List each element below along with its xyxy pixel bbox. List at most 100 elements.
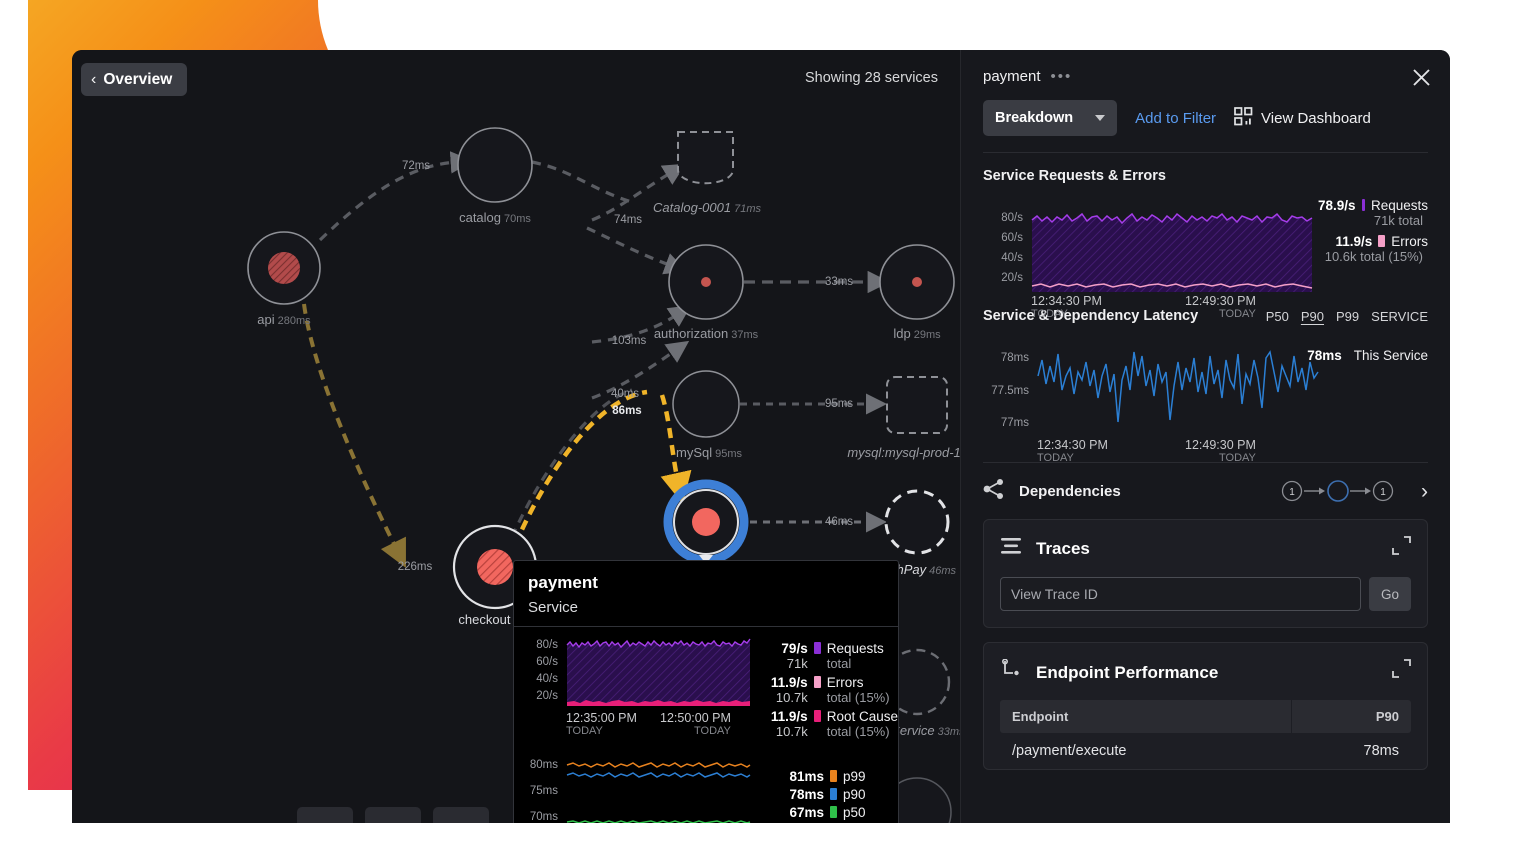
map-toolbar-button[interactable] — [433, 807, 489, 823]
trace-search-row: Go — [984, 561, 1427, 627]
map-node-mysql-prod-1 — [886, 376, 948, 434]
legend-swatch — [830, 806, 837, 818]
service-map-pane[interactable]: ‹ Overview Showing 28 services api 280ms… — [72, 50, 960, 823]
column-header-p90[interactable]: P90 — [1291, 700, 1411, 733]
edge-label: 86ms — [612, 405, 642, 417]
legend-swatch — [813, 642, 821, 654]
node-label-catalog-0001: Catalog-0001 71ms — [653, 200, 761, 215]
service-details-panel: payment ••• Breakdown Add to Filter View… — [960, 50, 1450, 823]
map-node-authorization — [668, 244, 744, 320]
share-nodes-icon — [983, 478, 1005, 505]
chevron-left-icon: ‹ — [91, 70, 97, 88]
tooltip-time-end: 12:50:00 PM TODAY — [660, 711, 731, 737]
table-row[interactable]: /payment/execute 78ms — [1000, 733, 1411, 769]
latency-section: Service & Dependency Latency P50 P90 P99… — [961, 308, 1450, 464]
latency-plot — [1037, 350, 1319, 423]
more-options-icon[interactable]: ••• — [1051, 69, 1073, 84]
add-to-filter-link[interactable]: Add to Filter — [1135, 110, 1216, 127]
legend-item: 11.9/s Root Cause — [770, 709, 898, 724]
percentile-p50[interactable]: P50 — [1266, 309, 1289, 324]
y-tick: 75ms — [529, 785, 558, 797]
percentile-toggle[interactable]: P50 P90 P99 SERVICE — [1266, 309, 1428, 324]
traces-lines-icon — [1000, 536, 1022, 561]
endpoint-table-header: Endpoint P90 — [1000, 700, 1411, 733]
trace-go-button[interactable]: Go — [1369, 577, 1411, 611]
y-tick: 77.5ms — [991, 385, 1029, 397]
dependencies-label: Dependencies — [1019, 482, 1121, 500]
chevron-down-icon — [1095, 115, 1106, 121]
y-tick: 78ms — [1000, 352, 1029, 364]
legend-swatch — [830, 770, 837, 782]
tooltip-body: 80/s 60/s 40/s 20/s 12:35:00 PM TODAY 12… — [514, 627, 898, 823]
y-tick: 80ms — [529, 759, 558, 771]
expand-icon[interactable] — [1392, 536, 1411, 560]
legend-item: 11.9/s Errors — [1335, 234, 1428, 249]
close-icon[interactable] — [1408, 64, 1434, 90]
tooltip-subtitle: Service — [528, 599, 579, 616]
y-tick: 77ms — [1000, 417, 1029, 429]
latency-chart-block: 78ms 77.5ms 77ms 12:34:30 PM TODAY 12:49… — [983, 342, 1428, 464]
node-label-api: api 280ms — [257, 312, 311, 327]
trace-id-input[interactable] — [1000, 577, 1361, 611]
column-header-endpoint[interactable]: Endpoint — [1000, 700, 1291, 733]
percentile-service[interactable]: SERVICE — [1371, 309, 1428, 324]
node-label-switchpay: chPay 46ms — [889, 562, 957, 577]
y-tick: 60/s — [1001, 232, 1023, 244]
edge-label: 226ms — [397, 561, 433, 573]
legend-item: 78ms p90 — [789, 787, 866, 802]
traces-title: Traces — [1036, 538, 1090, 558]
node-label-catalog: catalog 70ms — [459, 210, 531, 225]
y-tick: 80/s — [536, 639, 558, 651]
time-end: 12:49:30 PM TODAY — [1185, 294, 1256, 320]
panel-header: payment ••• Breakdown Add to Filter View… — [961, 50, 1450, 153]
node-label-mysql-prod-1: mysql:mysql-prod-195ms — [847, 445, 960, 460]
legend-item: 79/s Requests — [781, 641, 884, 656]
endpoint-p90: 78ms — [1363, 743, 1399, 759]
traces-card: Traces Go — [983, 519, 1428, 628]
panel-title: payment — [983, 68, 1041, 85]
y-tick: 20/s — [1001, 272, 1023, 284]
map-node-mysql — [672, 370, 740, 438]
percentile-p90[interactable]: P90 — [1301, 309, 1324, 324]
requests-legend: 78.9/s Requests 71k total 11.9/s Errors … — [1312, 198, 1428, 264]
requests-section-title: Service Requests & Errors — [983, 168, 1166, 184]
map-toolbar-button[interactable] — [365, 807, 421, 823]
tooltip-time-start: 12:35:00 PM TODAY — [566, 711, 637, 737]
percentile-p99[interactable]: P99 — [1336, 309, 1359, 324]
map-toolbar-button[interactable] — [297, 807, 353, 823]
legend-item: 78ms This Service — [1307, 348, 1428, 363]
endpoint-table: Endpoint P90 /payment/execute 78ms — [1000, 700, 1411, 769]
endpoint-performance-card: Endpoint Performance Endpoint P90 /payme… — [983, 642, 1428, 770]
legend-subvalue: 10.7k total (15%) — [775, 690, 890, 705]
page-bottom-strip — [0, 823, 1520, 846]
view-dashboard-button[interactable]: View Dashboard — [1234, 106, 1371, 130]
overview-button-label: Overview — [103, 70, 173, 88]
chevron-right-icon[interactable]: › — [1421, 481, 1428, 502]
legend-subvalue: 10.7k total (15%) — [775, 724, 890, 739]
endpoint-title: Endpoint Performance — [1036, 662, 1219, 682]
breakdown-label: Breakdown — [995, 110, 1074, 126]
map-node-catalog — [457, 127, 533, 203]
breakdown-dropdown[interactable]: Breakdown — [983, 100, 1118, 136]
edge-label: 40ms — [610, 388, 640, 400]
endpoint-path: /payment/execute — [1012, 743, 1127, 759]
y-tick: 80/s — [1001, 212, 1023, 224]
expand-icon[interactable] — [1392, 659, 1411, 683]
legend-item: 11.9/s Errors — [770, 675, 864, 690]
map-node-payment-selected — [663, 479, 749, 565]
legend-item: 81ms p99 — [789, 769, 866, 784]
tooltip-requests-chart: 80/s 60/s 40/s 20/s 12:35:00 PM TODAY 12… — [520, 633, 751, 737]
dependencies-row[interactable]: Dependencies 1 1 › — [961, 463, 1450, 519]
edge-label: 95ms — [824, 398, 854, 410]
tooltip-requests-plot — [566, 638, 751, 706]
tooltip-latency-block: 80ms 75ms 70ms 12:35:00 PM — [514, 755, 898, 823]
node-label-mysql: mySql 95ms — [675, 445, 743, 460]
overview-back-button[interactable]: ‹ Overview — [81, 63, 188, 96]
map-toolbar[interactable] — [297, 807, 489, 823]
map-node-api — [247, 231, 321, 305]
y-tick: 40/s — [1001, 252, 1023, 264]
tooltip-latency-plot — [566, 762, 751, 823]
endpoint-icon — [1000, 658, 1022, 686]
legend-item: 67ms p50 — [789, 805, 866, 820]
tooltip-requests-block: 80/s 60/s 40/s 20/s 12:35:00 PM TODAY 12… — [514, 633, 898, 739]
